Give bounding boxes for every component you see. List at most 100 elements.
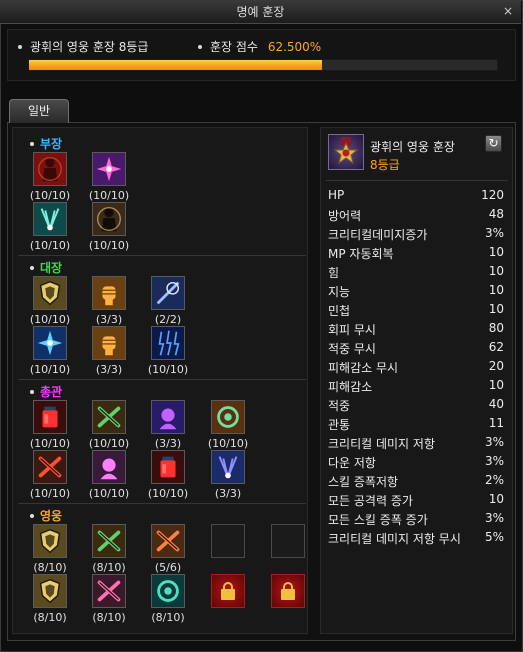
medal-slot[interactable]	[33, 202, 67, 236]
medal-slot[interactable]	[92, 276, 126, 310]
stat-value: 2%	[484, 473, 504, 487]
medal-slot[interactable]	[92, 152, 126, 186]
bullet-icon	[198, 44, 202, 49]
medal-slot[interactable]	[211, 450, 245, 484]
teal-wings-icon	[34, 203, 66, 238]
section-title-label: 총관	[40, 385, 63, 399]
refresh-icon[interactable]: ↻	[485, 135, 502, 152]
slot-level: (10/10)	[207, 437, 249, 450]
score-progress-bar	[28, 59, 498, 71]
medal-detail-icon	[328, 134, 364, 170]
bullet-icon	[30, 389, 34, 394]
stat-row: 모든 스킬 증폭 증가 3%	[328, 511, 506, 530]
medal-slot[interactable]	[33, 524, 67, 558]
lock-icon	[281, 582, 295, 600]
stat-value: 10	[488, 283, 504, 297]
stat-label: 적중 무시	[328, 342, 376, 356]
medal-slot[interactable]	[151, 326, 185, 360]
blue-lightning-icon	[152, 327, 184, 362]
stat-value: 5%	[484, 530, 504, 544]
stat-label: 크리티컬데미지증가	[328, 228, 428, 242]
medal-slot[interactable]	[33, 400, 67, 434]
tab-general[interactable]: 일반	[9, 99, 69, 123]
medal-slot[interactable]	[92, 202, 126, 236]
medal-slot[interactable]	[33, 450, 67, 484]
slot-level: (8/10)	[151, 611, 185, 624]
window-title: 명예 훈장	[236, 5, 285, 19]
stat-value: 48	[488, 207, 504, 221]
slot-level: (10/10)	[29, 363, 71, 376]
bullet-icon	[30, 141, 34, 146]
red-potion-icon	[152, 451, 184, 486]
stat-row: 적중 40	[328, 397, 506, 416]
stat-row: 관통 11	[328, 416, 506, 435]
slot-level: (10/10)	[29, 437, 71, 450]
slot-level: (2/2)	[154, 313, 182, 326]
stat-value: 10	[488, 245, 504, 259]
stat-value: 62	[488, 340, 504, 354]
medal-slot[interactable]	[33, 152, 67, 186]
stat-value: 10	[488, 264, 504, 278]
stat-row: HP 120	[328, 188, 506, 207]
medal-slot[interactable]	[92, 450, 126, 484]
bullet-icon	[18, 44, 22, 49]
stat-value: 20	[488, 359, 504, 373]
section-title-label: 영웅	[40, 509, 63, 523]
pink-slash-icon	[93, 451, 125, 486]
stat-row: 크리티컬 데미지 저항 무시 5%	[328, 530, 506, 549]
teal-orb-icon	[152, 575, 184, 610]
medal-header: 광휘의 영웅 훈장 8등급 훈장 점수 62.500%	[7, 29, 516, 81]
red-cross-icon	[34, 451, 66, 486]
current-medal-label: 광휘의 영웅 훈장 8등급	[30, 40, 149, 54]
slot-level: (10/10)	[29, 189, 71, 202]
medal-slot[interactable]	[33, 326, 67, 360]
medal-slot[interactable]	[151, 524, 185, 558]
medal-slot[interactable]	[33, 276, 67, 310]
bullet-icon	[30, 513, 34, 518]
stat-row: 피해감소 무시 20	[328, 359, 506, 378]
blue-blade-icon	[152, 277, 184, 312]
stat-row: 다운 저항 3%	[328, 454, 506, 473]
medal-slot[interactable]	[92, 524, 126, 558]
medal-score-value: 62.500%	[267, 40, 322, 54]
medal-slot[interactable]	[92, 326, 126, 360]
slot-level: (5/6)	[154, 561, 182, 574]
section-title: 총관	[30, 383, 62, 400]
stat-label: 민첩	[328, 304, 351, 318]
purple-beast-icon	[152, 401, 184, 436]
medal-slot[interactable]	[92, 400, 126, 434]
slot-level: (3/3)	[214, 487, 242, 500]
green-cross-icon	[93, 401, 125, 436]
slot-level: (8/10)	[92, 611, 126, 624]
empty-medal-slot[interactable]	[211, 524, 245, 558]
window-titlebar[interactable]: 명예 훈장	[0, 0, 521, 24]
medal-slot[interactable]	[151, 276, 185, 310]
stat-row: 적중 무시 62	[328, 340, 506, 359]
medal-slot[interactable]	[92, 574, 126, 608]
stat-label: HP	[328, 188, 345, 202]
stat-value: 11	[488, 416, 504, 430]
medal-slot[interactable]	[151, 400, 185, 434]
gold-shield-icon	[34, 277, 66, 312]
section-divider	[18, 379, 306, 380]
medal-slot[interactable]	[151, 450, 185, 484]
slot-level: (10/10)	[88, 487, 130, 500]
empty-medal-slot[interactable]	[271, 524, 305, 558]
stat-label: 회피 무시	[328, 323, 376, 337]
locked-medal-slot[interactable]	[211, 574, 245, 608]
stat-row: 크리티컬데미지증가 3%	[328, 226, 506, 245]
orange-cross-icon	[152, 525, 184, 560]
medal-slot[interactable]	[151, 574, 185, 608]
stat-value: 10	[488, 492, 504, 506]
stat-label: 지능	[328, 285, 351, 299]
bullet-icon	[30, 265, 34, 270]
close-button[interactable]: ×	[499, 2, 517, 20]
slot-level: (10/10)	[147, 487, 189, 500]
medal-slot[interactable]	[33, 574, 67, 608]
medal-slot[interactable]	[211, 400, 245, 434]
slot-level: (10/10)	[88, 239, 130, 252]
green-cross-icon	[93, 525, 125, 560]
gold-shield-icon	[34, 525, 66, 560]
locked-medal-slot[interactable]	[271, 574, 305, 608]
stat-label: 적중	[328, 399, 351, 413]
